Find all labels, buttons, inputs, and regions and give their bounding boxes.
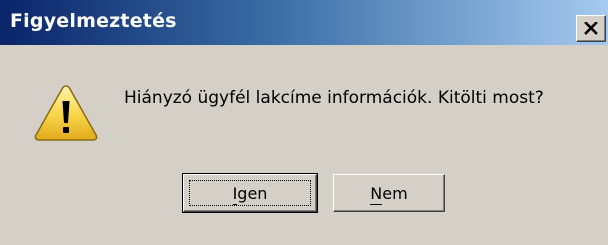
warning-message: Hiányzó ügyfél lakcíme információk. Kitö… bbox=[124, 88, 544, 108]
no-button[interactable]: Nem bbox=[333, 174, 445, 212]
no-button-label: Nem bbox=[370, 183, 408, 205]
accelerator-underline bbox=[370, 203, 383, 205]
dialog-title: Figyelmeztetés bbox=[10, 10, 177, 32]
accelerator-underline bbox=[232, 203, 238, 205]
warning-dialog: Figyelmeztetés Hiányzó ügyfél lakcíme in… bbox=[0, 0, 608, 245]
title-bar[interactable]: Figyelmeztetés bbox=[0, 0, 608, 45]
close-icon bbox=[584, 22, 598, 35]
yes-button-label: Igen bbox=[232, 183, 268, 205]
yes-button[interactable]: Igen bbox=[182, 173, 318, 213]
warning-icon bbox=[34, 85, 98, 141]
close-button[interactable] bbox=[576, 15, 606, 42]
